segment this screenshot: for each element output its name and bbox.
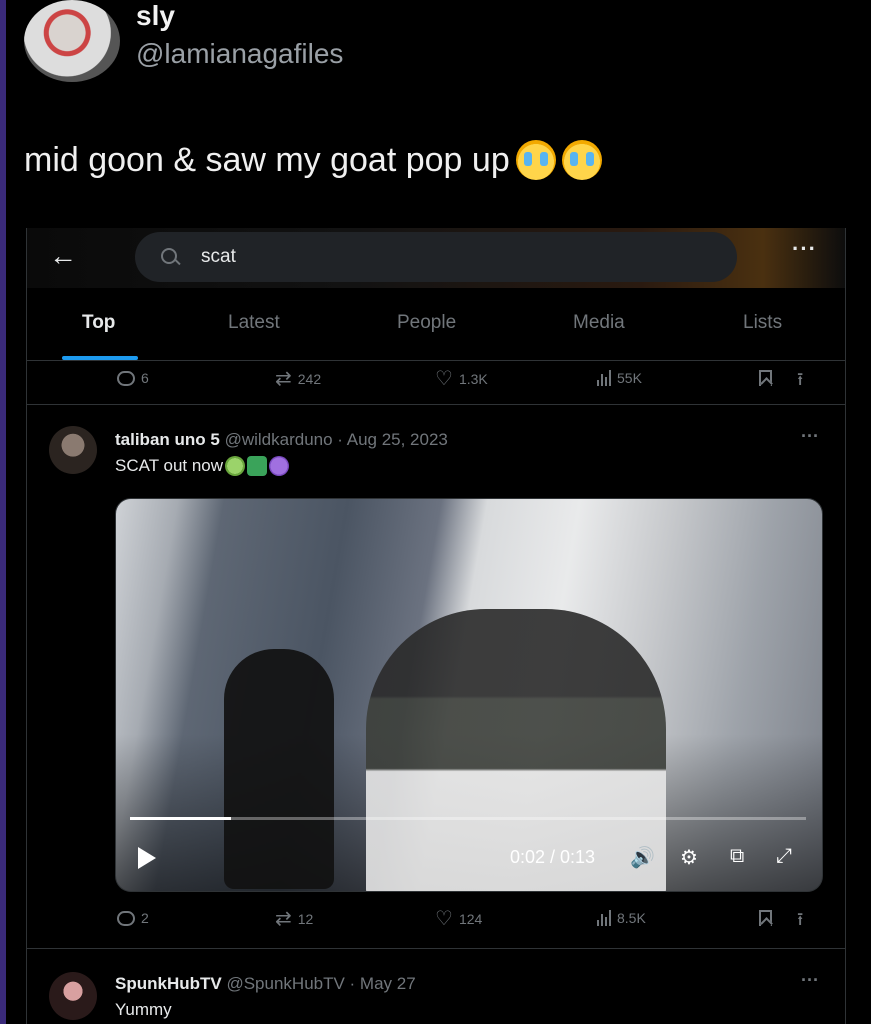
bookmark-button[interactable] [759,910,772,926]
bookmark-icon [759,910,772,926]
reply-button[interactable]: 2 [117,910,149,926]
author-handle-date[interactable]: @SpunkHubTV · May 27 [226,974,415,993]
window-edge [0,0,6,1024]
reply-count: 6 [141,370,149,386]
tweet-text: Yummy [115,1000,172,1019]
avatar[interactable] [49,426,97,474]
heart-icon [435,910,453,928]
volume-icon[interactable]: 🔊 [630,845,655,870]
search-input[interactable]: scat [135,232,737,282]
embedded-screenshot: ← scat ··· Top Latest People Media Lists… [26,228,846,1024]
video-time: 0:02 / 0:13 [510,847,596,867]
repost-button[interactable]: 242 [275,370,321,388]
tab-people[interactable]: People [397,312,456,334]
reply-button[interactable]: 6 [117,370,149,386]
bookmark-button[interactable] [759,370,772,386]
tab-lists[interactable]: Lists [743,312,782,334]
share-icon [797,910,803,928]
share-button[interactable] [797,910,803,928]
crying-face-icon [515,140,556,180]
views-count: 8.5K [617,910,646,926]
views-count: 55K [617,370,642,386]
tweet-actions: 2 12 124 8.5K [27,902,845,942]
author-handle[interactable]: @lamianagafiles [136,38,343,70]
repost-icon [275,910,292,928]
like-button[interactable]: 1.3K [435,370,488,388]
settings-gear-icon[interactable]: ⚙ [680,845,698,870]
repost-count: 12 [297,911,314,927]
swirl-icon [247,456,268,476]
avatar[interactable] [24,0,120,82]
video-player[interactable]: 0:02 / 0:13 🔊 ⚙ ⧉ ⤢ [115,498,823,892]
search-header: ← scat ··· [27,228,845,288]
author-handle-date[interactable]: @wildkarduno · Aug 25, 2023 [225,430,448,449]
tweet-text: SCAT out now [115,456,224,475]
fullscreen-icon[interactable]: ⤢ [776,845,792,868]
tab-media[interactable]: Media [573,312,625,334]
reply-icon [117,370,135,386]
tweet-card[interactable]: SpunkHubTV @SpunkHubTV · May 27 ··· Yumm… [27,948,845,1024]
tab-latest[interactable]: Latest [228,312,280,334]
like-count: 124 [458,911,483,927]
views-button[interactable]: 8.5K [597,910,646,926]
tweet-body: Yummy [115,1000,172,1020]
author-name[interactable]: SpunkHubTV [115,974,222,993]
author-name[interactable]: sly [136,0,175,32]
tweet-card[interactable]: taliban uno 5 @wildkarduno · Aug 25, 202… [27,404,845,952]
views-icon [597,370,611,386]
repost-icon [275,370,292,388]
author-name[interactable]: taliban uno 5 [115,430,220,449]
share-button[interactable] [797,370,803,388]
bookmark-icon [759,370,772,386]
like-button[interactable]: 124 [435,910,482,928]
tweet-text-content: mid goon & saw my goat pop up [24,140,510,179]
views-button[interactable]: 55K [597,370,642,386]
repost-button[interactable]: 12 [275,910,314,928]
heart-icon [435,370,453,388]
devil-face-icon [269,456,290,476]
tweet-body: SCAT out now [115,456,290,476]
tweet-text: mid goon & saw my goat pop up [24,140,602,180]
more-options-icon[interactable]: ··· [801,426,819,447]
play-icon[interactable] [138,847,156,869]
tab-top[interactable]: Top [82,312,115,334]
video-frame-figure [224,649,334,889]
search-tabs: Top Latest People Media Lists [27,298,845,361]
more-options-icon[interactable]: ··· [792,236,817,262]
active-tab-indicator [62,356,138,360]
tweet-header: SpunkHubTV @SpunkHubTV · May 27 [115,974,416,994]
outer-tweet-header: sly @lamianagafiles [24,0,844,90]
reply-count: 2 [141,910,149,926]
search-query: scat [201,246,236,267]
video-progress-bar[interactable] [130,817,806,820]
share-icon [797,370,803,388]
views-icon [597,910,611,926]
reply-icon [117,910,135,926]
crying-face-icon [561,140,602,180]
more-options-icon[interactable]: ··· [801,970,819,991]
back-arrow-icon[interactable]: ← [49,240,77,272]
repost-count: 242 [297,371,322,387]
avatar[interactable] [49,972,97,1020]
prev-tweet-actions: 6 242 1.3K 55K [27,362,845,402]
search-icon [161,248,179,266]
video-progress-fill [130,817,232,820]
tweet-header: taliban uno 5 @wildkarduno · Aug 25, 202… [115,430,448,450]
picture-in-picture-icon[interactable]: ⧉ [730,845,744,868]
nauseated-face-icon [225,456,246,476]
like-count: 1.3K [458,371,488,387]
